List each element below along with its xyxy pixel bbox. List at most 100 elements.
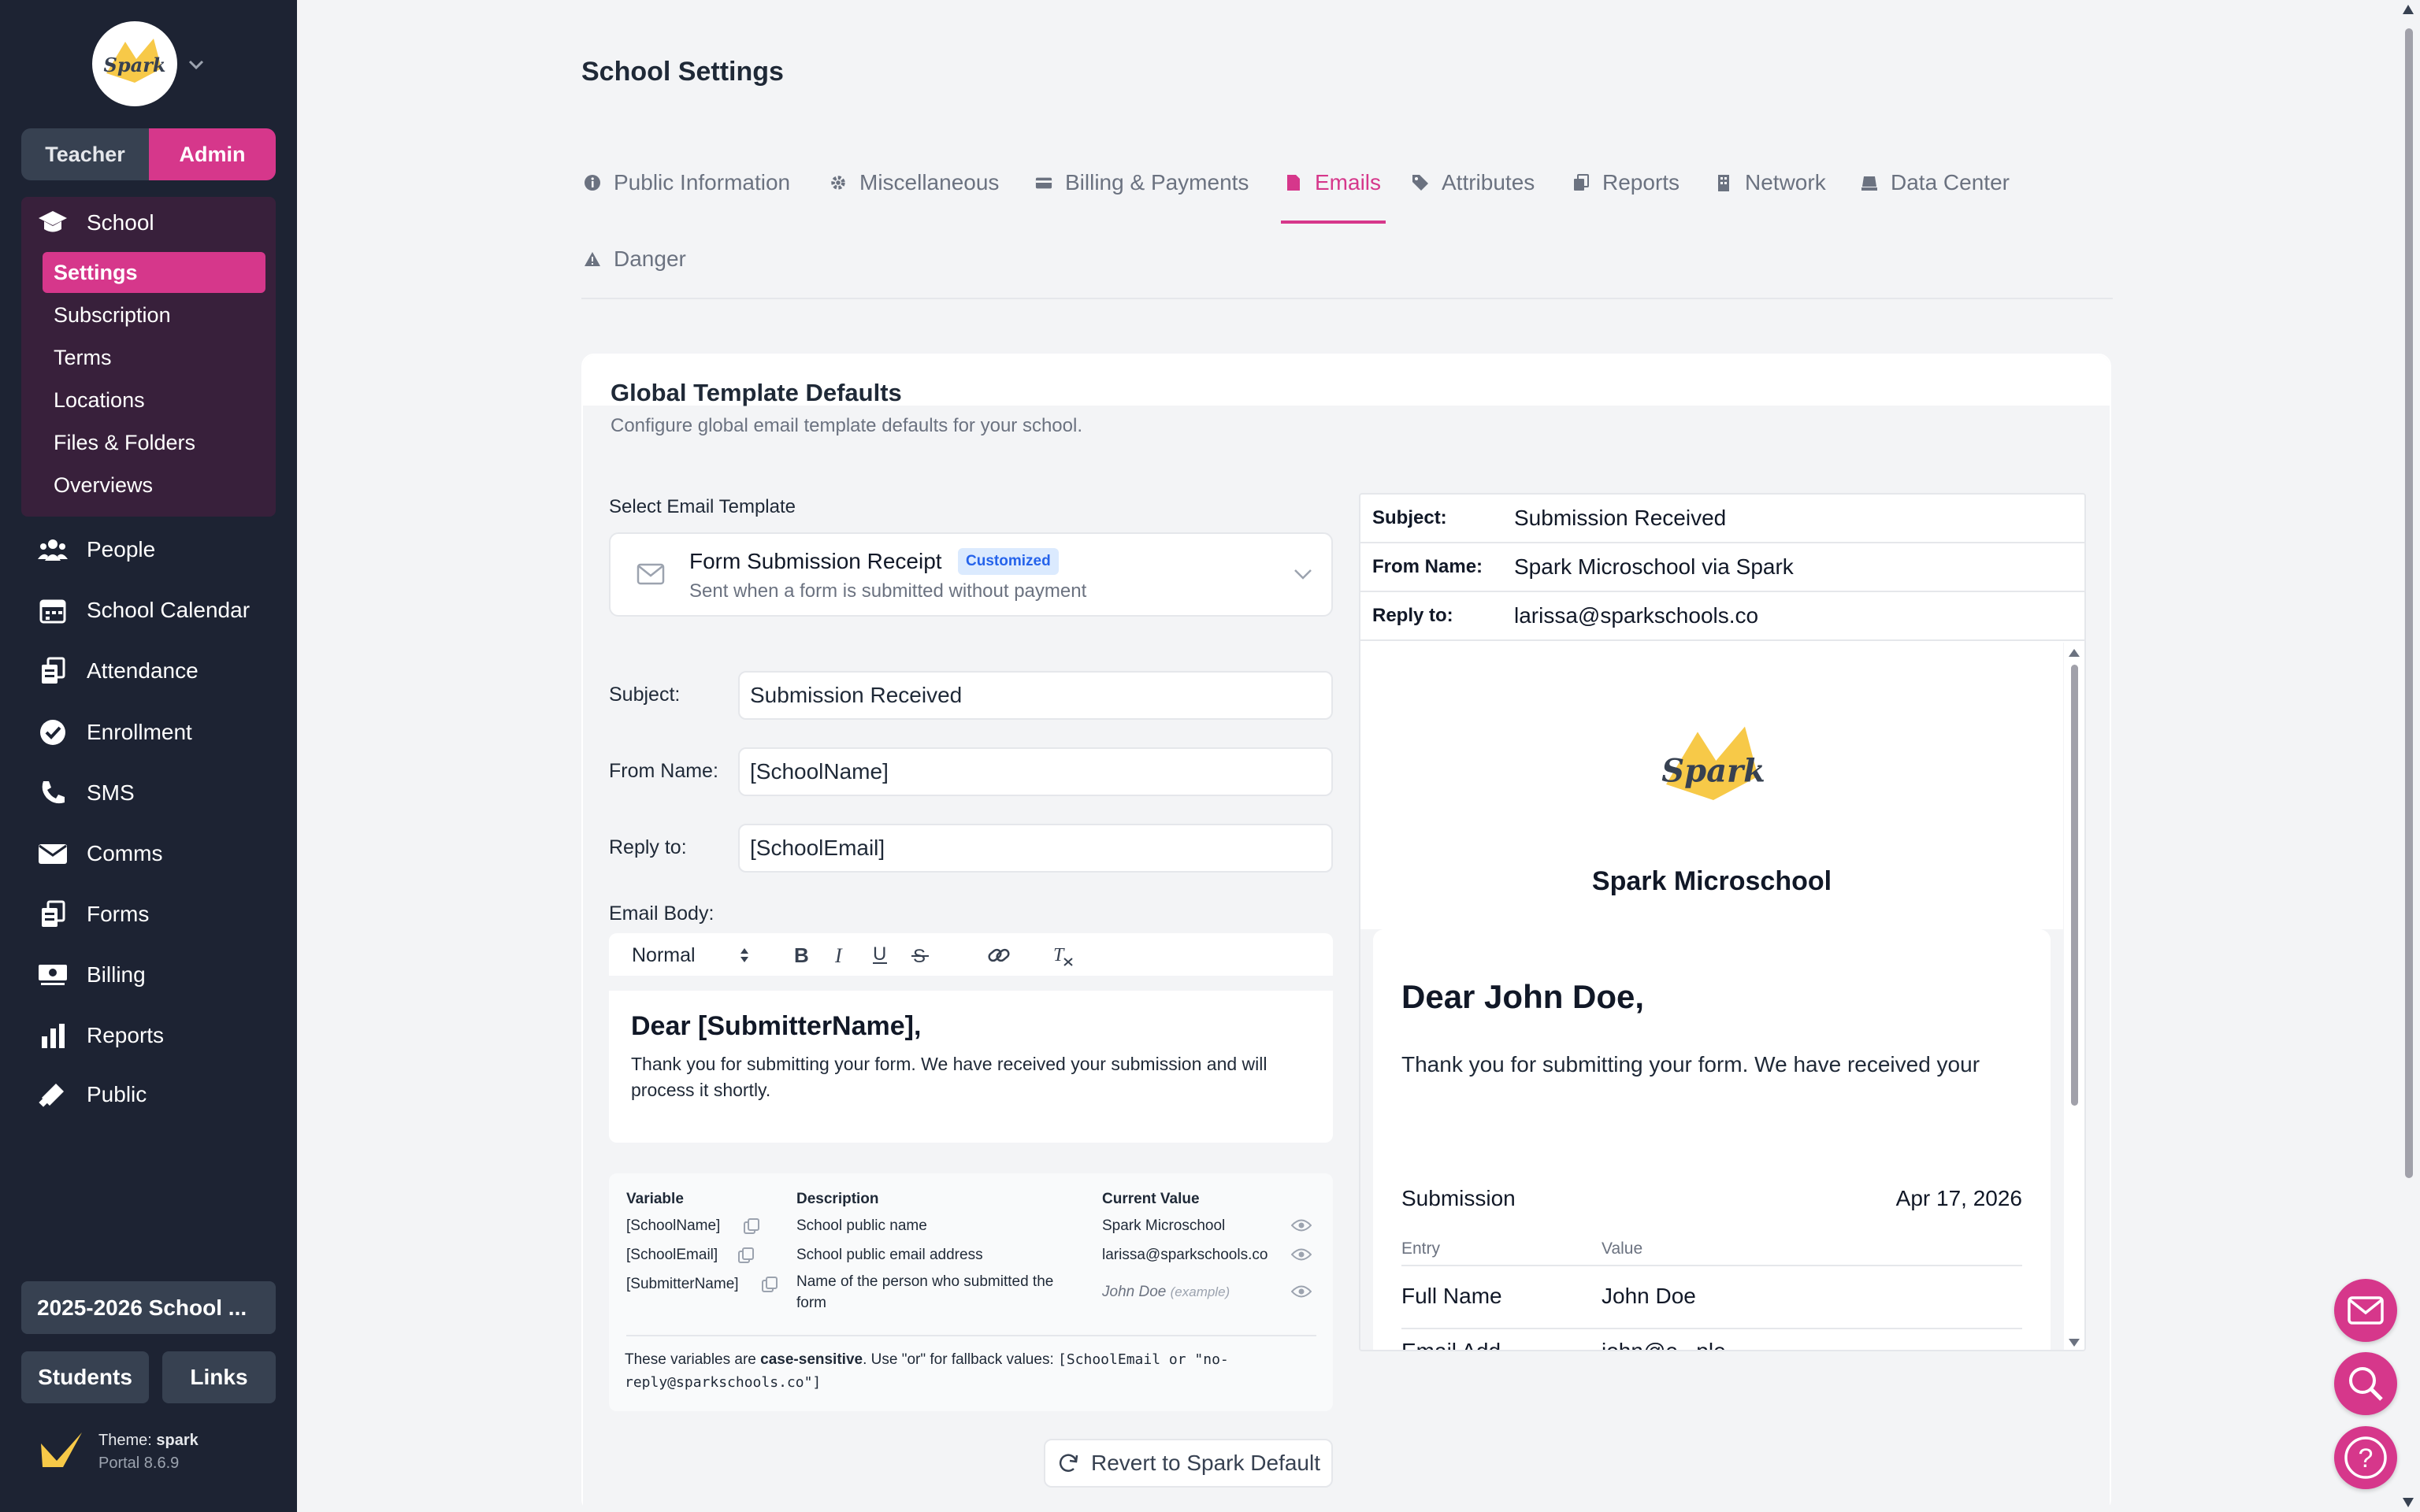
editor-toolbar: Normal B I U S T bbox=[609, 933, 1333, 976]
reply-to-input[interactable]: [SchoolEmail] bbox=[738, 824, 1333, 873]
preview-submission-label: Submission bbox=[1401, 1186, 1516, 1210]
preview-message-card: Dear John Doe, Thank you for submitting … bbox=[1373, 929, 2051, 1350]
nav-sms[interactable]: SMS bbox=[37, 777, 135, 809]
sidebar-item-settings[interactable]: Settings bbox=[43, 252, 265, 293]
nav-school-calendar[interactable]: School Calendar bbox=[37, 595, 250, 626]
links-button[interactable]: Links bbox=[162, 1351, 276, 1403]
spark-theme-icon bbox=[39, 1429, 84, 1470]
from-name-label: From Name: bbox=[609, 760, 718, 782]
bold-icon[interactable]: B bbox=[792, 945, 809, 965]
nav-comms-label: Comms bbox=[87, 841, 163, 865]
variables-table: Variable Description Current Value [Scho… bbox=[609, 1173, 1333, 1411]
teacher-role-button[interactable]: Teacher bbox=[21, 128, 149, 180]
money-icon bbox=[37, 959, 69, 991]
tab-label: Reports bbox=[1602, 170, 1680, 195]
sidebar: Spark Teacher Admin School Settings Subs… bbox=[0, 0, 297, 1512]
nav-public[interactable]: Public bbox=[37, 1079, 147, 1110]
nav-reports-label: Reports bbox=[87, 1023, 165, 1047]
preview-table-divider bbox=[1401, 1265, 2022, 1266]
eye-icon[interactable] bbox=[1291, 1218, 1312, 1232]
page-scrollbar[interactable] bbox=[2396, 0, 2420, 1512]
sidebar-item-overviews[interactable]: Overviews bbox=[43, 465, 265, 506]
nav-attendance[interactable]: Attendance bbox=[37, 655, 199, 687]
underline-icon[interactable]: U bbox=[870, 943, 889, 965]
school-year-selector[interactable]: 2025-2026 School ... bbox=[21, 1281, 276, 1334]
tab-public-information[interactable]: Public Information bbox=[584, 170, 790, 195]
portal-version: Portal 8.6.9 bbox=[98, 1455, 180, 1472]
school-logo[interactable]: Spark bbox=[92, 21, 177, 106]
tab-miscellaneous[interactable]: Miscellaneous bbox=[830, 170, 999, 195]
preview-from-label: From Name: bbox=[1372, 556, 1483, 577]
megaphone-icon bbox=[37, 1079, 69, 1110]
tab-danger[interactable]: Danger bbox=[584, 246, 686, 272]
template-description: Sent when a form is submitted without pa… bbox=[689, 580, 1087, 602]
sidebar-item-locations[interactable]: Locations bbox=[43, 380, 265, 421]
preview-from: Spark Microschool via Spark bbox=[1514, 554, 1794, 579]
svg-text:I: I bbox=[834, 945, 843, 965]
description-header: Description bbox=[796, 1191, 879, 1207]
tab-billing-payments[interactable]: Billing & Payments bbox=[1035, 170, 1249, 195]
phone-icon bbox=[37, 777, 69, 809]
template-select[interactable]: Form Submission Receipt Customized Sent … bbox=[609, 532, 1333, 617]
from-name-input[interactable]: [SchoolName] bbox=[738, 747, 1333, 796]
help-fab-button[interactable]: ? bbox=[2334, 1426, 2397, 1489]
tab-data-center[interactable]: Data Center bbox=[1861, 170, 2010, 195]
nav-sms-label: SMS bbox=[87, 780, 135, 805]
variable-name: [SubmitterName] bbox=[626, 1276, 739, 1292]
nav-billing[interactable]: Billing bbox=[37, 959, 146, 991]
document-icon bbox=[1285, 174, 1302, 191]
variable-header: Variable bbox=[626, 1191, 684, 1207]
nav-school[interactable]: School bbox=[37, 207, 154, 239]
subject-input[interactable]: Submission Received bbox=[738, 671, 1333, 720]
students-button[interactable]: Students bbox=[21, 1351, 149, 1403]
tab-reports[interactable]: Reports bbox=[1572, 170, 1680, 195]
nav-enrollment[interactable]: Enrollment bbox=[37, 717, 192, 748]
sidebar-item-subscription[interactable]: Subscription bbox=[43, 295, 265, 335]
revert-default-button[interactable]: Revert to Spark Default bbox=[1044, 1439, 1333, 1488]
sidebar-item-files-folders[interactable]: Files & Folders bbox=[43, 422, 265, 463]
question-icon: ? bbox=[2344, 1436, 2388, 1480]
tab-attributes[interactable]: Attributes bbox=[1412, 170, 1535, 195]
copy-icon[interactable] bbox=[743, 1217, 760, 1235]
refresh-icon bbox=[1056, 1451, 1080, 1475]
copy-icon[interactable] bbox=[761, 1276, 778, 1293]
nav-reports[interactable]: Reports bbox=[37, 1020, 164, 1051]
svg-text:T: T bbox=[1053, 945, 1065, 965]
clear-formatting-icon[interactable]: T bbox=[1052, 944, 1075, 966]
format-select[interactable]: Normal bbox=[632, 944, 696, 967]
mail-fab-button[interactable] bbox=[2334, 1279, 2397, 1342]
copy-icon[interactable] bbox=[737, 1247, 755, 1264]
tab-emails[interactable]: Emails bbox=[1285, 170, 1381, 195]
nav-comms[interactable]: Comms bbox=[37, 838, 162, 869]
eye-icon[interactable] bbox=[1291, 1247, 1312, 1262]
preview-school-logo: Spark bbox=[1642, 698, 1784, 839]
nav-forms[interactable]: Forms bbox=[37, 899, 149, 930]
email-body-label: Email Body: bbox=[609, 902, 714, 925]
preview-logo-text: Spark bbox=[1661, 753, 1765, 790]
tab-network[interactable]: Network bbox=[1715, 170, 1826, 195]
card-title: Global Template Defaults bbox=[611, 379, 902, 406]
link-icon[interactable] bbox=[987, 944, 1011, 966]
envelope-icon bbox=[2347, 1295, 2385, 1325]
sidebar-item-terms[interactable]: Terms bbox=[43, 337, 265, 378]
eye-icon[interactable] bbox=[1291, 1284, 1312, 1299]
admin-role-button[interactable]: Admin bbox=[149, 128, 276, 180]
chevron-down-icon[interactable] bbox=[186, 57, 206, 72]
tab-label: Attributes bbox=[1442, 170, 1535, 195]
strikethrough-icon[interactable]: S bbox=[911, 945, 930, 965]
variable-description-cont: form bbox=[796, 1295, 826, 1311]
theme-prefix: Theme: bbox=[98, 1432, 157, 1449]
tab-label: Emails bbox=[1315, 170, 1382, 195]
italic-icon[interactable]: I bbox=[832, 945, 849, 965]
badge-check-icon bbox=[37, 717, 69, 748]
card-body-top bbox=[583, 461, 2110, 492]
nav-people[interactable]: People bbox=[37, 534, 155, 565]
envelope-icon bbox=[637, 562, 665, 586]
email-preview: Subject: Submission Received From Name: … bbox=[1359, 493, 2086, 1351]
preview-scrollbar[interactable] bbox=[2064, 643, 2084, 1350]
bar-chart-icon bbox=[37, 1020, 69, 1051]
preview-submission-date: Apr 17, 2026 bbox=[1895, 1186, 2022, 1210]
email-body-editor[interactable]: Dear [SubmitterName], Thank you for subm… bbox=[609, 991, 1333, 1143]
search-fab-button[interactable] bbox=[2334, 1352, 2397, 1415]
select-arrows-icon[interactable] bbox=[739, 946, 750, 965]
